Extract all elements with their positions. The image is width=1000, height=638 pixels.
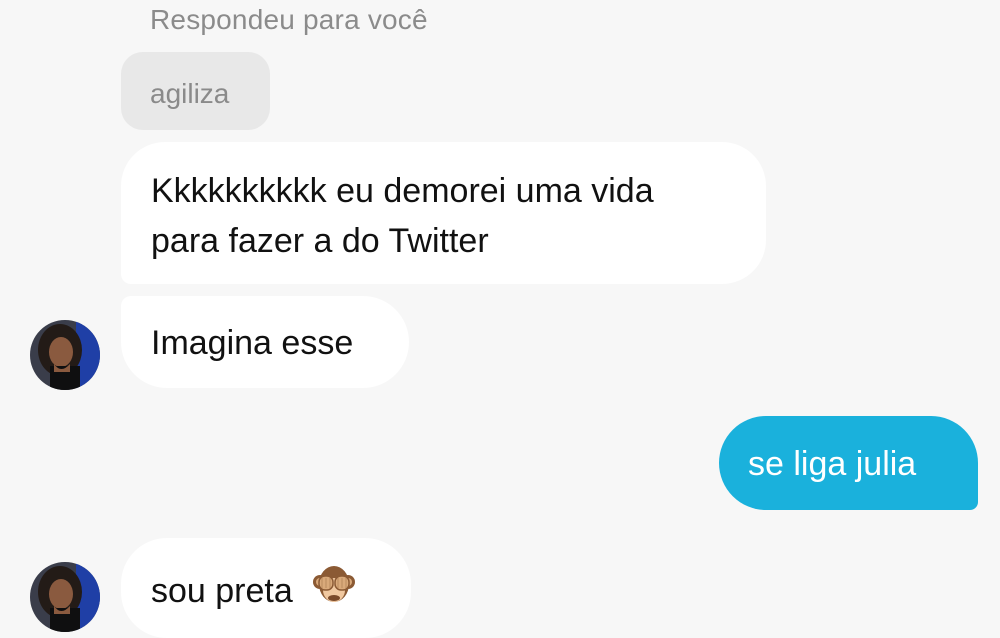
message-text: Imagina esse — [151, 324, 354, 362]
quoted-message-text: agiliza — [150, 78, 230, 109]
message-text-line: para fazer a do Twitter — [151, 222, 489, 260]
message-text: sou preta — [151, 572, 293, 610]
see-no-evil-monkey-icon — [310, 560, 358, 622]
message-text-line: Kkkkkkkkkk eu demorei uma vida — [151, 172, 654, 210]
quoted-message-bubble[interactable]: agiliza — [121, 52, 270, 130]
contact-avatar[interactable] — [30, 320, 100, 390]
outgoing-message-bubble[interactable]: se liga julia — [719, 416, 978, 510]
message-bubble[interactable]: Kkkkkkkkkk eu demorei uma vida para faze… — [121, 142, 766, 284]
avatar-photo — [30, 562, 100, 632]
avatar-photo — [30, 320, 100, 390]
message-bubble[interactable]: sou preta — [121, 538, 411, 638]
message-text: se liga julia — [748, 445, 917, 483]
contact-avatar[interactable] — [30, 562, 100, 632]
reply-context-label: Respondeu para você — [150, 4, 428, 35]
message-bubble[interactable]: Imagina esse — [121, 296, 409, 388]
